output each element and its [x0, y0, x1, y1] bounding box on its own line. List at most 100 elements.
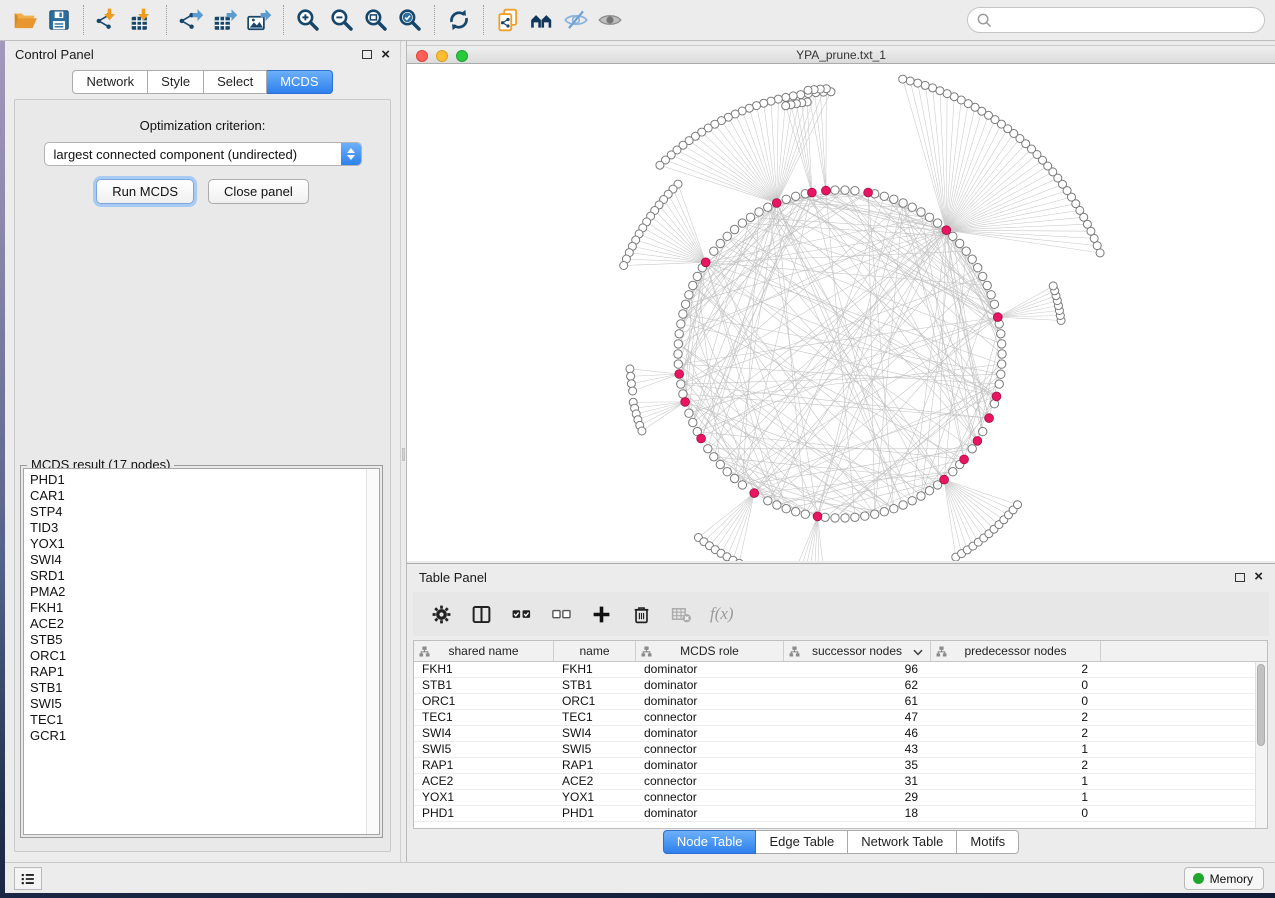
import-network-icon[interactable] [91, 4, 125, 36]
result-node[interactable]: CAR1 [30, 488, 379, 504]
tab-style[interactable]: Style [148, 70, 204, 94]
table-row[interactable]: YOX1YOX1connector291 [414, 790, 1267, 806]
table-row[interactable]: FKH1FKH1dominator962 [414, 662, 1267, 678]
tab-motifs[interactable]: Motifs [957, 830, 1019, 854]
cell-predecessor-nodes: 1 [931, 742, 1101, 757]
divider-handle[interactable] [402, 448, 405, 461]
deselect-all-icon[interactable] [550, 603, 573, 626]
result-node[interactable]: SWI4 [30, 552, 379, 568]
tab-edge-table[interactable]: Edge Table [756, 830, 848, 854]
tab-select[interactable]: Select [204, 70, 267, 94]
open-session-icon[interactable] [8, 4, 42, 36]
function-builder-icon: f(x) [710, 604, 734, 624]
column-header-predecessor-nodes[interactable]: predecessor nodes [931, 641, 1101, 661]
add-column-icon[interactable] [590, 603, 613, 626]
table-scrollbar-thumb[interactable] [1257, 664, 1265, 746]
search-input[interactable] [993, 10, 1264, 30]
close-panel-icon[interactable]: × [381, 50, 390, 60]
clone-network-icon[interactable] [491, 4, 525, 36]
table-row[interactable]: TEC1TEC1connector472 [414, 710, 1267, 726]
result-node[interactable]: STB1 [30, 680, 379, 696]
table-row[interactable]: RAP1RAP1dominator352 [414, 758, 1267, 774]
run-mcds-button[interactable]: Run MCDS [96, 179, 194, 204]
minimize-window-icon[interactable] [436, 50, 448, 62]
close-table-panel-icon[interactable]: × [1254, 572, 1263, 582]
zoom-fit-icon[interactable] [359, 4, 393, 36]
column-header-shared-name[interactable]: shared name [414, 641, 554, 661]
result-node[interactable]: SRD1 [30, 568, 379, 584]
table-row[interactable]: ORC1ORC1dominator610 [414, 694, 1267, 710]
import-table-icon[interactable] [125, 4, 159, 36]
zoom-window-icon[interactable] [456, 50, 468, 62]
tab-network[interactable]: Network [72, 70, 148, 94]
memory-button[interactable]: Memory [1184, 867, 1264, 890]
show-columns-icon[interactable] [470, 603, 493, 626]
mcds-result-list[interactable]: PHD1CAR1STP4TID3YOX1SWI4SRD1PMA2FKH1ACE2… [23, 468, 380, 835]
network-canvas[interactable] [407, 64, 1275, 561]
cell-successor-nodes: 35 [784, 758, 931, 773]
delete-columns-icon[interactable] [630, 603, 653, 626]
result-node[interactable]: FKH1 [30, 600, 379, 616]
table-row[interactable]: PHD1PHD1dominator180 [414, 806, 1267, 822]
result-node[interactable]: SWI5 [30, 696, 379, 712]
close-window-icon[interactable] [416, 50, 428, 62]
refresh-layout-icon[interactable] [442, 4, 476, 36]
result-node[interactable]: RAP1 [30, 664, 379, 680]
table-scrollbar[interactable] [1255, 662, 1267, 828]
tab-node-table[interactable]: Node Table [663, 830, 757, 854]
close-panel-button[interactable]: Close panel [208, 179, 309, 204]
first-neighbors-icon[interactable] [525, 4, 559, 36]
split-divider-vertical[interactable] [400, 41, 407, 862]
export-network-icon[interactable] [174, 4, 208, 36]
node-table: shared namenameMCDS rolesuccessor nodesp… [413, 640, 1268, 829]
float-table-panel-icon[interactable] [1235, 573, 1245, 582]
result-node[interactable]: ACE2 [30, 616, 379, 632]
float-panel-icon[interactable] [362, 50, 372, 59]
export-table-icon[interactable] [208, 4, 242, 36]
tab-network-table[interactable]: Network Table [848, 830, 957, 854]
hide-details-icon[interactable] [559, 4, 593, 36]
cell-name: RAP1 [554, 758, 636, 773]
show-panels-button[interactable] [14, 867, 42, 890]
column-header-filler [1101, 641, 1267, 661]
result-node[interactable]: STP4 [30, 504, 379, 520]
column-header-name[interactable]: name [554, 641, 636, 661]
cell-successor-nodes: 43 [784, 742, 931, 757]
result-node[interactable]: TEC1 [30, 712, 379, 728]
table-row[interactable]: SWI5SWI5connector431 [414, 742, 1267, 758]
cell-name: STB1 [554, 678, 636, 693]
result-node[interactable]: ORC1 [30, 648, 379, 664]
result-node[interactable]: YOX1 [30, 536, 379, 552]
result-node[interactable]: TID3 [30, 520, 379, 536]
criterion-dropdown[interactable]: largest connected component (undirected) [44, 142, 362, 166]
result-node[interactable]: PMA2 [30, 584, 379, 600]
search-box[interactable] [967, 7, 1265, 33]
mcds-result-box: MCDS result (17 nodes) PHD1CAR1STP4TID3Y… [20, 465, 383, 838]
column-header-MCDS-role[interactable]: MCDS role [636, 641, 784, 661]
zoom-out-icon[interactable] [325, 4, 359, 36]
zoom-selected-icon[interactable] [393, 4, 427, 36]
result-node[interactable]: PHD1 [30, 472, 379, 488]
show-details-icon[interactable] [593, 4, 627, 36]
result-node[interactable]: STB5 [30, 632, 379, 648]
save-session-icon[interactable] [42, 4, 76, 36]
table-row[interactable]: ACE2ACE2connector311 [414, 774, 1267, 790]
tab-mcds[interactable]: MCDS [267, 70, 332, 94]
network-graph[interactable] [407, 64, 1275, 561]
column-header-successor-nodes[interactable]: successor nodes [784, 641, 931, 661]
table-panel-title: Table Panel [419, 570, 487, 585]
cell-shared-name: SWI4 [414, 726, 554, 741]
table-row[interactable]: SWI4SWI4dominator462 [414, 726, 1267, 742]
result-node[interactable]: GCR1 [30, 728, 379, 744]
export-image-icon[interactable] [242, 4, 276, 36]
select-all-icon[interactable] [510, 603, 533, 626]
table-mode-gear-icon[interactable] [430, 603, 453, 626]
cell-name: FKH1 [554, 662, 636, 677]
delete-table-icon [670, 603, 693, 626]
result-scrollbar[interactable] [366, 469, 379, 834]
status-bar: Memory [5, 862, 1275, 893]
cell-shared-name: YOX1 [414, 790, 554, 805]
zoom-in-icon[interactable] [291, 4, 325, 36]
table-row[interactable]: STB1STB1dominator620 [414, 678, 1267, 694]
network-window-titlebar[interactable]: YPA_prune.txt_1 [407, 45, 1275, 64]
